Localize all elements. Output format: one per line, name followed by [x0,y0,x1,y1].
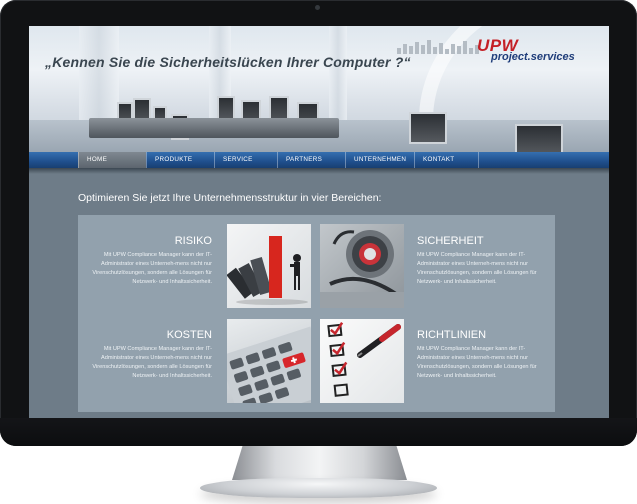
monitor-frame: „Kennen Sie die Sicherheitslücken Ihrer … [0,0,637,446]
areas-panel: RISIKO Mit UPW Compliance Manager kann d… [78,215,555,412]
monitor-stand-base [200,478,437,498]
nav-item-kontakt[interactable]: KONTAKT [414,152,478,168]
area-title: RICHTLINIEN [417,329,487,341]
intro-heading: Optimieren Sie jetzt Ihre Unternehmensst… [78,192,382,204]
office-monitor-image [515,124,563,152]
logo-sub: project.services [491,51,575,63]
nav-item-home[interactable]: HOME [78,152,146,168]
area-title: RISIKO [174,235,212,247]
main-navigation: HOME PRODUKTE SERVICE PARTNERS UNTERNEHM… [29,152,609,168]
nav-item-service[interactable]: SERVICE [214,152,277,168]
checklist-image[interactable] [320,319,404,403]
logo-bars-icon [397,40,479,54]
area-sicherheit: SICHERHEIT Mit UPW Compliance Manager ka… [417,235,543,287]
area-text: Mit UPW Compliance Manager kann der IT-A… [417,346,537,380]
area-text: Mit UPW Compliance Manager kann der IT-A… [92,252,212,286]
nav-item-unternehmen[interactable]: UNTERNEHMEN [345,152,414,168]
area-title: SICHERHEIT [417,235,484,247]
webcam-icon [315,5,320,10]
safe-dial-image[interactable] [320,224,404,308]
monitor-stand-neck [232,446,407,480]
header-tagline: „Kennen Sie die Sicherheitslücken Ihrer … [45,54,411,70]
monitor-chin [0,418,637,446]
area-richtlinien: RICHTLINIEN Mit UPW Compliance Manager k… [417,329,543,381]
area-title: KOSTEN [166,329,212,341]
area-text: Mit UPW Compliance Manager kann der IT-A… [417,252,537,286]
area-risiko: RISIKO Mit UPW Compliance Manager kann d… [86,235,212,287]
office-monitor-image [409,112,447,144]
nav-item-produkte[interactable]: PRODUKTE [146,152,214,168]
area-text: Mit UPW Compliance Manager kann der IT-A… [92,346,212,380]
calculator-image[interactable] [227,319,311,403]
nav-filler [478,152,609,168]
dominoes-image[interactable] [227,224,311,308]
website-screen: „Kennen Sie die Sicherheitslücken Ihrer … [29,26,609,418]
office-desk [89,118,339,138]
nav-item-partners[interactable]: PARTNERS [277,152,345,168]
nav-shadow [29,168,609,174]
area-kosten: KOSTEN Mit UPW Compliance Manager kann d… [86,329,212,381]
header-banner: „Kennen Sie die Sicherheitslücken Ihrer … [29,26,609,152]
